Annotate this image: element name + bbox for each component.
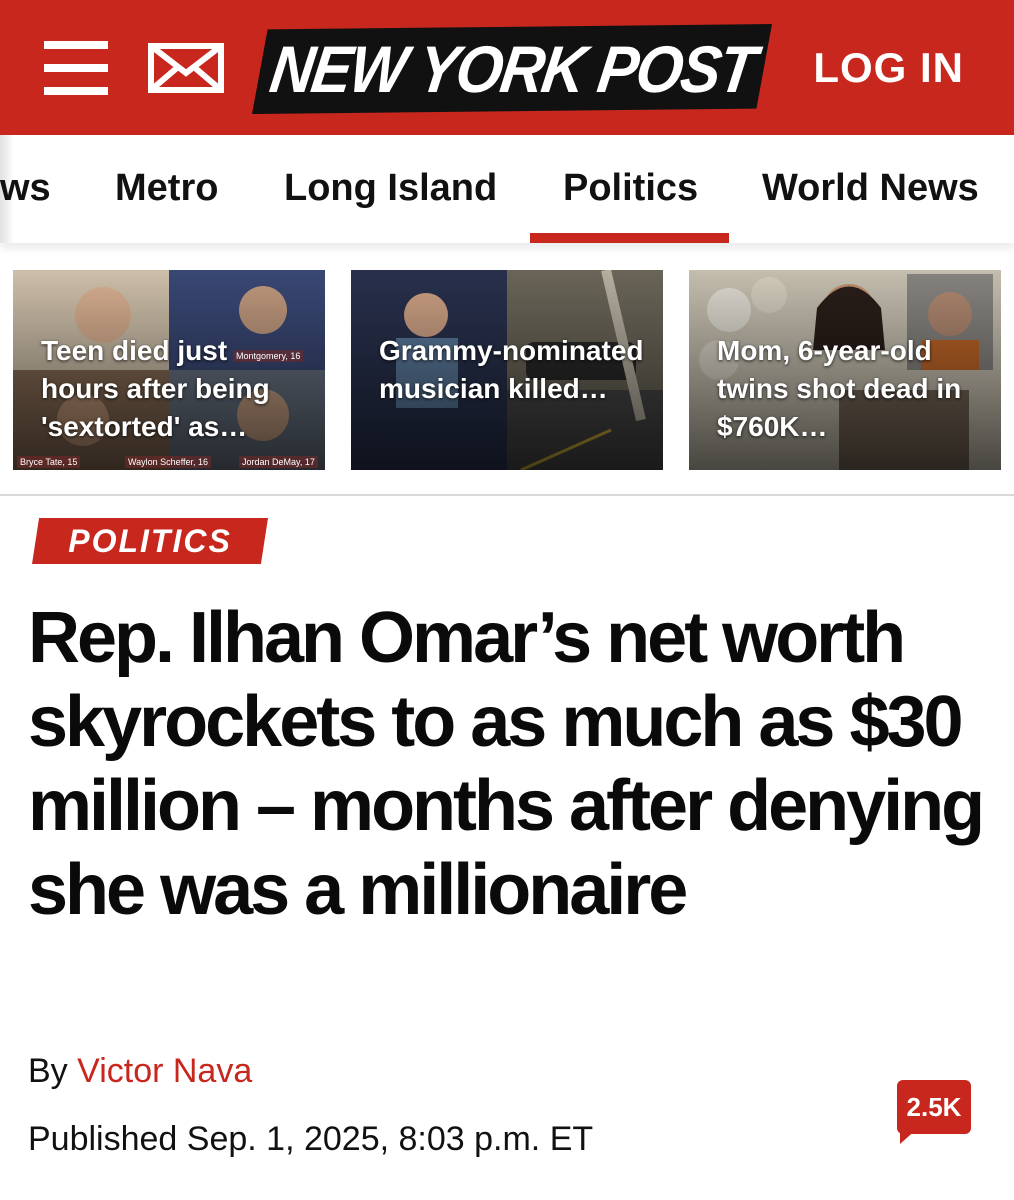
hamburger-menu-icon[interactable] (44, 41, 108, 95)
login-button[interactable]: LOG IN (813, 44, 964, 92)
byline: By Victor Nava (28, 1052, 252, 1091)
story-caption: Teen died just hours after being 'sextor… (41, 335, 270, 442)
story-caption: Grammy-nominated musician killed… (379, 335, 644, 404)
story-card-shooting[interactable]: Mom, 6-year-old twins shot dead in $760K… (689, 270, 1001, 470)
logo-text: NEW YORK POST (265, 32, 759, 106)
photo-label: Waylon Scheffer, 16 (125, 456, 212, 468)
story-card-musician[interactable]: Grammy-nominated musician killed… (351, 270, 663, 470)
section-tag[interactable]: POLITICS (32, 518, 268, 564)
section-tag-label: POLITICS (68, 522, 232, 559)
comments-button[interactable]: 2.5K (897, 1080, 971, 1134)
site-logo[interactable]: NEW YORK POST (252, 24, 772, 114)
tab-politics[interactable]: Politics (563, 167, 698, 210)
site-header: NEW YORK POST LOG IN (0, 0, 1014, 135)
tab-long-island[interactable]: Long Island (284, 167, 497, 210)
story-caption: Mom, 6-year-old twins shot dead in $760K… (717, 335, 962, 442)
mail-icon[interactable] (148, 43, 224, 93)
content-divider (0, 494, 1014, 496)
story-card-teen[interactable]: Montgomery, 16 Bryce Tate, 15 Waylon Sch… (13, 270, 325, 470)
byline-prefix: By (28, 1052, 78, 1090)
section-nav: ws Metro Long Island Politics World News (0, 135, 1014, 243)
published-date: Published Sep. 1, 2025, 8:03 p.m. ET (28, 1120, 594, 1158)
tab-news[interactable]: ws (0, 167, 51, 210)
photo-label: Bryce Tate, 15 (17, 456, 81, 468)
photo-label: Jordan DeMay, 17 (239, 456, 318, 468)
author-link[interactable]: Victor Nava (77, 1052, 252, 1090)
article-headline: Rep. Ilhan Omar’s net worth skyrockets t… (28, 598, 985, 930)
tab-metro[interactable]: Metro (115, 167, 218, 210)
active-tab-indicator (530, 233, 729, 243)
tab-world-news[interactable]: World News (762, 167, 979, 210)
comment-bubble-tail (900, 1128, 918, 1144)
comment-count: 2.5K (906, 1091, 962, 1122)
